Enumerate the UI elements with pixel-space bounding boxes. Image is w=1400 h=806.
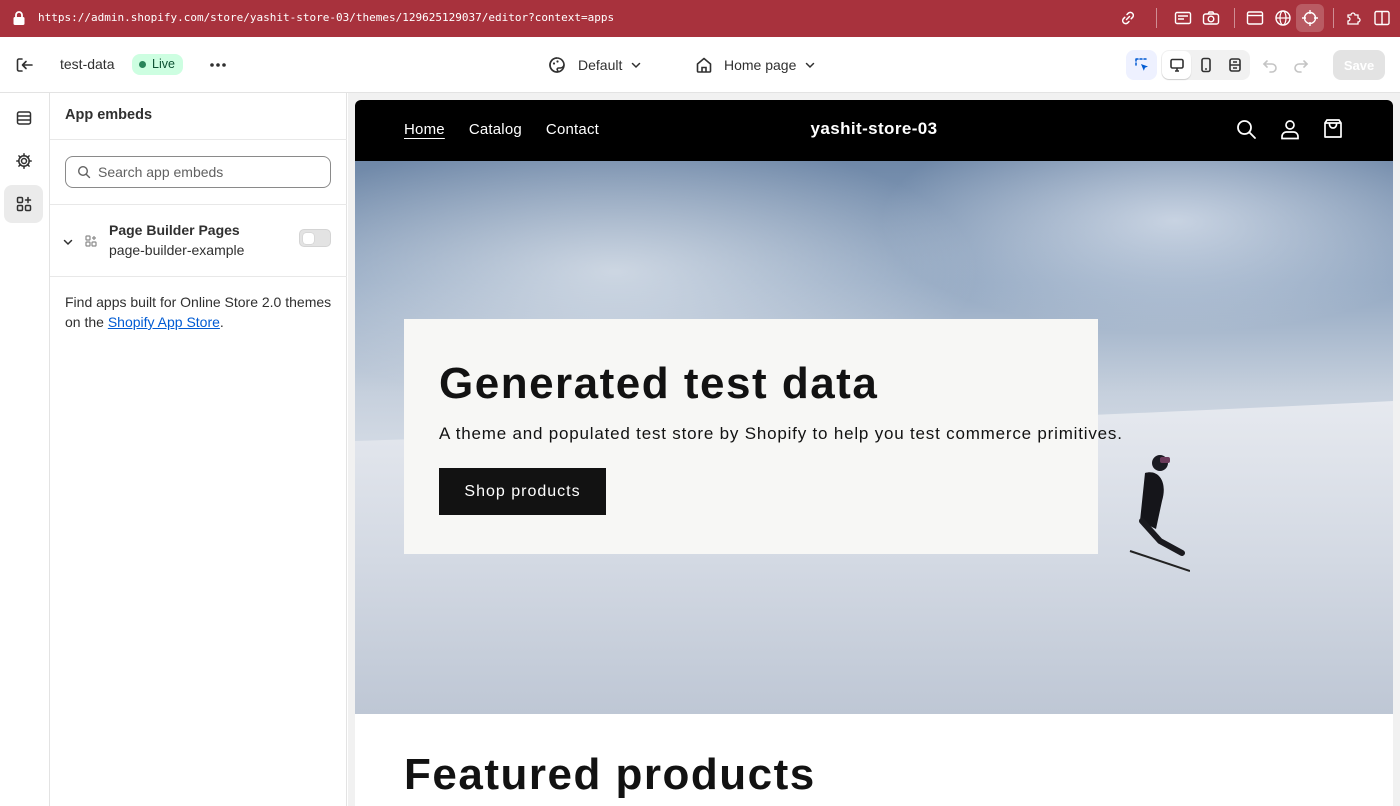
hero-banner: Generated test data A theme and populate… [355, 161, 1393, 714]
sections-icon [16, 111, 31, 125]
apps-icon [16, 196, 31, 212]
skier-image [1129, 455, 1190, 572]
lock-icon [13, 11, 25, 25]
redo-icon[interactable] [1291, 55, 1311, 75]
app-embed-handle: page-builder-example [109, 242, 245, 258]
account-icon[interactable] [1279, 118, 1301, 140]
more-actions-icon[interactable] [206, 54, 230, 76]
theme-name: test-data [60, 56, 115, 72]
sections-nav-button[interactable] [4, 99, 43, 137]
app-embeds-panel: App embeds Page Builder Pages page-build… [50, 93, 347, 806]
url-text[interactable]: https://admin.shopify.com/store/yashit-s… [38, 11, 614, 24]
toggle-knob [303, 233, 314, 244]
toolbar-separator [1333, 8, 1334, 28]
app-block-icon [85, 235, 97, 247]
search-icon[interactable] [1235, 118, 1257, 140]
app-embed-item: Page Builder Pages page-builder-example [50, 205, 347, 277]
mail-icon[interactable] [1174, 9, 1192, 27]
exit-icon[interactable] [12, 53, 38, 77]
link-icon[interactable] [1119, 9, 1137, 27]
find-apps-text: Find apps built for Online Store 2.0 the… [65, 292, 335, 332]
inspector-button[interactable] [1126, 50, 1157, 80]
desktop-icon [1169, 58, 1184, 72]
hero-title: Generated test data [439, 359, 879, 408]
divider [50, 276, 347, 277]
find-apps-suffix: . [219, 314, 224, 330]
store-header: Home Catalog Contact yashit-store-03 [355, 100, 1393, 161]
gear-icon [15, 153, 32, 169]
browser-url-bar: https://admin.shopify.com/store/yashit-s… [0, 0, 1400, 37]
divider [50, 139, 347, 140]
mobile-view-button[interactable] [1191, 51, 1220, 79]
extension-icon[interactable] [1345, 9, 1363, 27]
storefront-preview: Home Catalog Contact yashit-store-03 Gen… [355, 100, 1393, 806]
chevron-down-icon [806, 62, 815, 69]
app-embed-toggle[interactable] [299, 229, 331, 247]
desktop-view-button[interactable] [1162, 51, 1191, 79]
theme-preset-selector[interactable]: Default [546, 51, 642, 79]
status-badge-label: Live [152, 57, 175, 71]
featured-products-heading: Featured products [404, 750, 816, 799]
chevron-down-icon [632, 62, 641, 69]
inspect-cursor-icon [1134, 58, 1148, 71]
search-field[interactable] [65, 156, 331, 188]
page-label: Home page [724, 57, 797, 73]
live-dot-icon [139, 61, 146, 68]
home-icon [696, 57, 712, 73]
window-icon[interactable] [1246, 9, 1264, 27]
toolbar-separator [1234, 8, 1235, 28]
hero-description: A theme and populated test store by Shop… [439, 424, 1123, 443]
page-selector[interactable]: Home page [694, 51, 816, 79]
fullscreen-icon [1228, 58, 1241, 72]
app-embed-name: Page Builder Pages [109, 222, 240, 238]
theme-settings-nav-button[interactable] [4, 142, 43, 180]
editor-topbar: test-data Live Default Home page Save [0, 37, 1400, 93]
cart-icon[interactable] [1322, 118, 1344, 140]
panel-title: App embeds [65, 107, 153, 123]
globe-icon[interactable] [1274, 9, 1292, 27]
preset-label: Default [578, 57, 623, 73]
search-input[interactable] [98, 164, 318, 180]
status-badge: Live [132, 54, 183, 75]
shopify-app-store-link[interactable]: Shopify App Store [108, 314, 220, 330]
mobile-icon [1200, 57, 1211, 73]
save-button[interactable]: Save [1333, 50, 1385, 80]
device-toggle-group [1161, 50, 1250, 80]
sidebar-toggle-icon[interactable] [1373, 9, 1391, 27]
undo-icon[interactable] [1260, 55, 1280, 75]
toolbar-separator [1156, 8, 1157, 28]
chevron-down-icon[interactable] [61, 235, 75, 249]
hero-content-card: Generated test data A theme and populate… [404, 319, 1122, 554]
shop-products-button[interactable]: Shop products [439, 468, 606, 515]
camera-icon[interactable] [1202, 9, 1220, 27]
crosshair-icon[interactable] [1301, 9, 1319, 27]
app-embeds-nav-button[interactable] [4, 185, 43, 223]
editor-nav-rail [0, 93, 50, 806]
palette-icon [549, 57, 565, 73]
search-icon [77, 165, 91, 179]
fullscreen-view-button[interactable] [1220, 51, 1249, 79]
